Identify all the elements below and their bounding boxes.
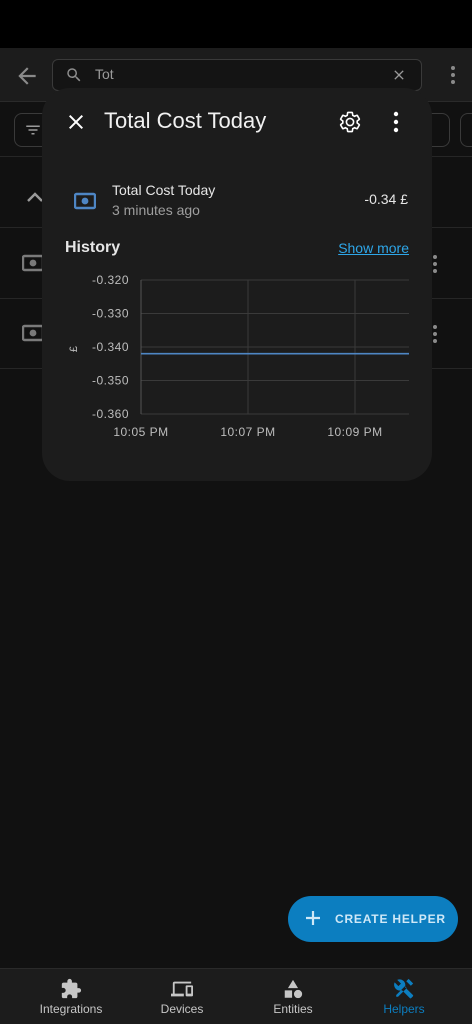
y-tick-label: -0.320	[92, 273, 129, 287]
tools-icon	[394, 978, 414, 999]
y-tick-label: -0.340	[92, 340, 129, 354]
x-tick-label: 10:05 PM	[113, 425, 168, 438]
cash-icon	[74, 192, 96, 210]
nav-item-helpers[interactable]: Helpers	[345, 969, 463, 1024]
close-icon[interactable]	[64, 110, 88, 134]
nav-label: Helpers	[383, 1002, 425, 1016]
overflow-menu-icon[interactable]	[450, 66, 456, 84]
nav-item-integrations[interactable]: Integrations	[12, 969, 130, 1024]
y-axis-label: £	[68, 346, 80, 352]
search-input[interactable]: Tot	[52, 59, 422, 91]
entity-last-changed: 3 minutes ago	[112, 202, 200, 218]
history-heading: History	[65, 239, 121, 256]
entity-state-value: -0.34 £	[364, 191, 408, 207]
clear-icon[interactable]	[391, 67, 407, 83]
y-tick-label: -0.360	[92, 407, 129, 421]
nav-label: Devices	[160, 1002, 204, 1016]
nav-item-entities[interactable]: Entities	[234, 969, 352, 1024]
back-arrow-icon[interactable]	[14, 63, 40, 89]
show-more-link[interactable]: Show more	[338, 240, 409, 256]
overflow-menu-icon[interactable]	[393, 111, 399, 133]
y-tick-label: -0.330	[92, 307, 129, 321]
more-info-dialog: Total Cost Today Total Cost Today 3 minu…	[42, 88, 432, 481]
y-tick-label: -0.350	[92, 374, 129, 388]
history-chart: -0.320 -0.330 -0.340 -0.350 -0.360 10:05 PM 1…	[68, 273, 409, 438]
filter-icon	[26, 125, 40, 135]
filter-chip[interactable]	[460, 113, 472, 147]
entity-name: Total Cost Today	[112, 182, 216, 198]
search-icon	[67, 68, 81, 82]
nav-item-devices[interactable]: Devices	[123, 969, 241, 1024]
shapes-icon	[284, 979, 303, 999]
x-tick-label: 10:09 PM	[327, 425, 382, 438]
plus-icon	[306, 911, 320, 925]
create-helper-label: CREATE HELPER	[335, 912, 446, 926]
gear-icon[interactable]	[338, 110, 362, 134]
nav-label: Entities	[273, 1002, 313, 1016]
devices-icon	[171, 981, 193, 997]
dialog-title: Total Cost Today	[104, 108, 267, 133]
overflow-menu-icon[interactable]	[432, 255, 438, 273]
search-value[interactable]: Tot	[95, 66, 114, 82]
nav-label: Integrations	[39, 1002, 103, 1016]
cash-icon	[22, 324, 44, 342]
bottom-navigation: Integrations Devices Entities Helpers	[0, 968, 472, 1024]
status-bar	[0, 0, 472, 48]
x-tick-label: 10:07 PM	[220, 425, 275, 438]
overflow-menu-icon[interactable]	[432, 325, 438, 343]
puzzle-icon	[61, 978, 82, 999]
create-helper-button[interactable]: CREATE HELPER	[288, 896, 458, 942]
cash-icon	[22, 254, 44, 272]
